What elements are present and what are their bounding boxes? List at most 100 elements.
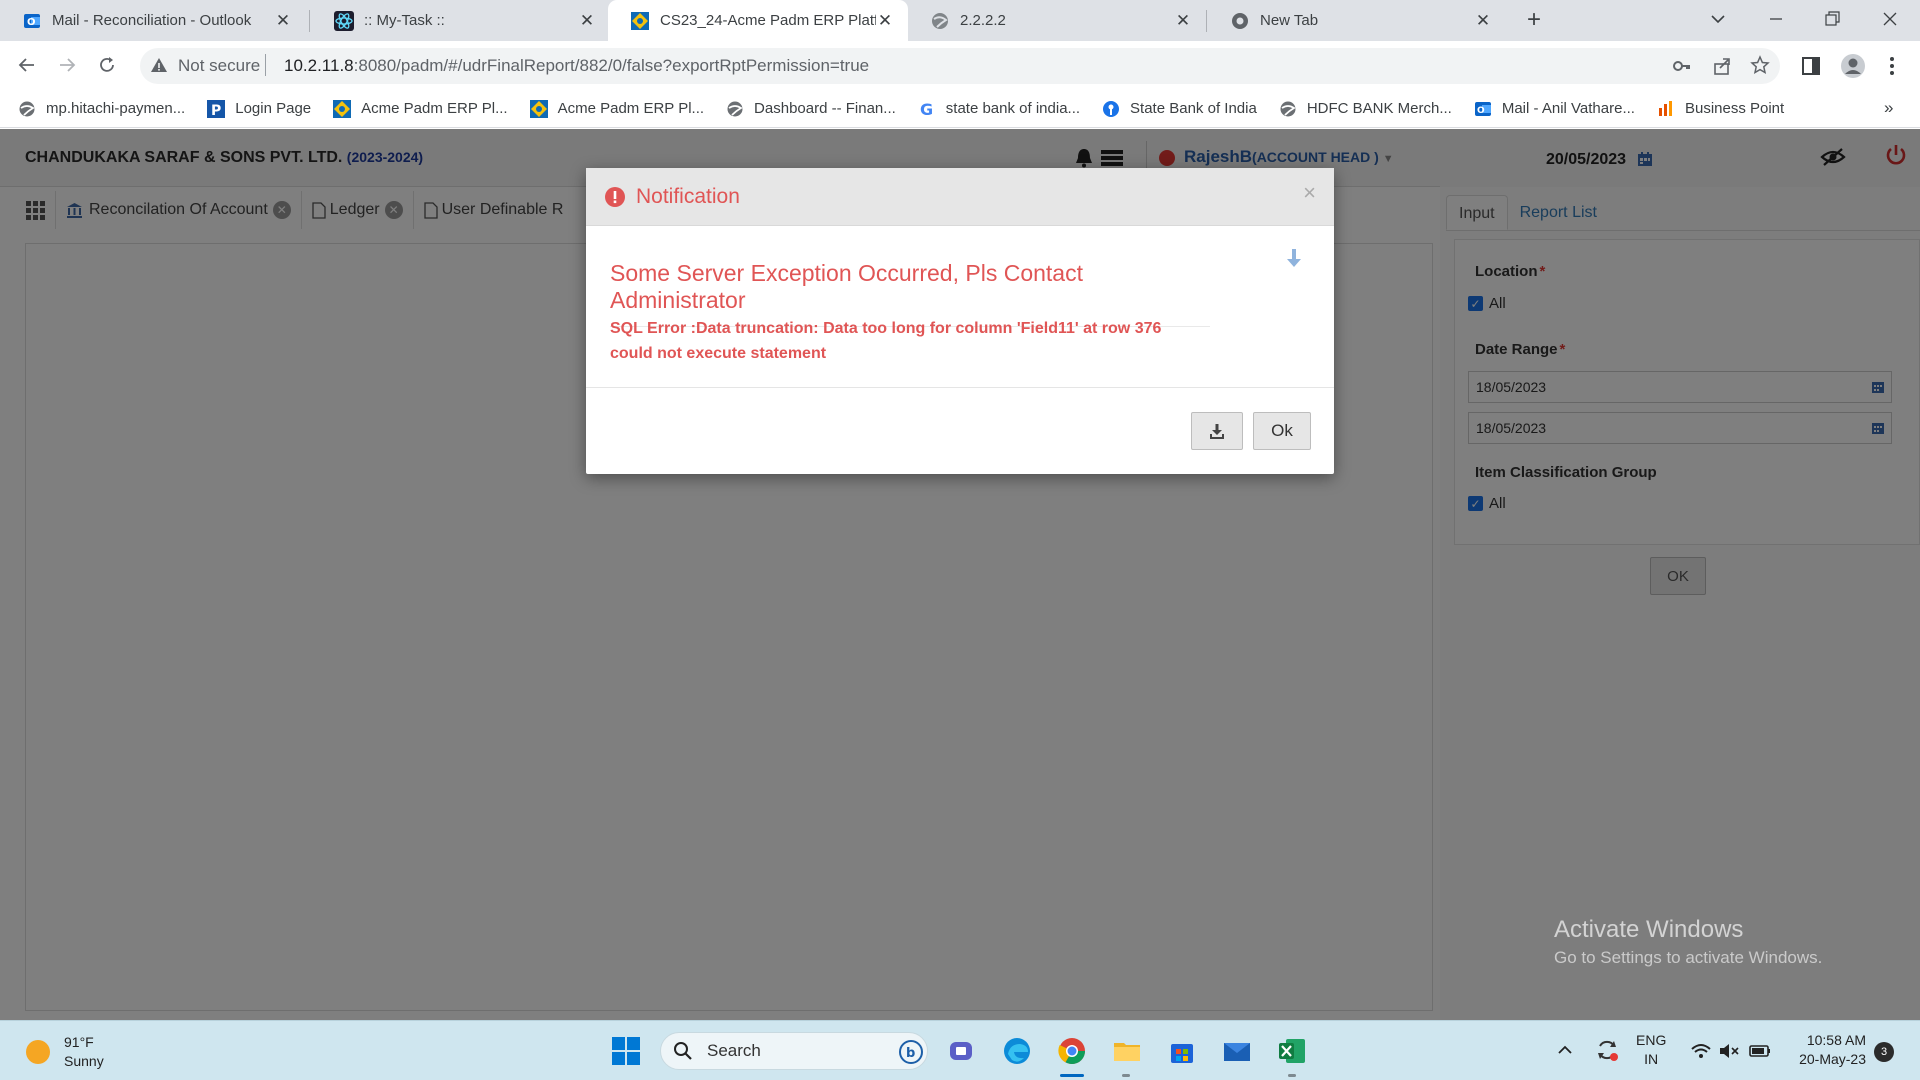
bookmark-label: HDFC BANK Merch... xyxy=(1306,100,1452,117)
forward-icon[interactable] xyxy=(54,52,80,78)
dialog-title: Notification xyxy=(636,184,740,208)
browser-tab-title: Mail - Reconciliation - Outlook xyxy=(52,12,252,29)
key-icon[interactable] xyxy=(1672,56,1692,76)
chevron-up-icon[interactable] xyxy=(1556,1041,1574,1059)
bookmark-label: Acme Padm ERP Pl... xyxy=(557,100,705,117)
svg-text:O: O xyxy=(1477,106,1485,116)
url-path: :8080/padm/#/udrFinalReport/882/0/false?… xyxy=(353,56,870,75)
chrome-icon xyxy=(1230,11,1250,31)
bookmark-item[interactable]: O Mail - Anil Vathare... xyxy=(1474,100,1635,118)
download-button[interactable] xyxy=(1191,412,1243,450)
store-icon[interactable] xyxy=(1164,1033,1200,1069)
new-tab-button[interactable]: + xyxy=(1520,6,1548,34)
acme-erp-icon xyxy=(529,99,548,118)
edge-icon[interactable] xyxy=(999,1033,1035,1069)
watermark-line2: Go to Settings to activate Windows. xyxy=(1554,948,1823,967)
bookmark-item[interactable]: P Login Page xyxy=(207,99,312,118)
outlook-icon: O xyxy=(1474,100,1492,118)
minimize-icon[interactable] xyxy=(1766,9,1786,29)
window-close-icon[interactable] xyxy=(1880,9,1900,29)
bookmark-item[interactable]: mp.hitachi-paymen... xyxy=(18,100,185,118)
dialog-close-button[interactable]: × xyxy=(1303,180,1316,206)
lang-top: ENG xyxy=(1636,1032,1667,1048)
sync-icon[interactable] xyxy=(1594,1037,1620,1063)
file-explorer-icon[interactable] xyxy=(1109,1033,1145,1069)
bookmark-label: Business Point xyxy=(1684,100,1785,117)
side-panel-icon[interactable] xyxy=(1800,55,1822,77)
share-icon[interactable] xyxy=(1712,56,1732,76)
browser-tab-title: 2.2.2.2 xyxy=(960,12,1006,29)
reload-icon[interactable] xyxy=(94,52,120,78)
close-icon[interactable]: ✕ xyxy=(274,11,292,31)
close-icon[interactable]: ✕ xyxy=(1474,11,1492,31)
battery-icon[interactable] xyxy=(1748,1041,1772,1061)
sbi-icon xyxy=(1102,100,1120,118)
bookmark-item[interactable]: Gstate bank of india... xyxy=(918,100,1080,118)
browser-tab-mytask[interactable]: :: My-Task :: ✕ xyxy=(312,0,610,41)
bookmark-item[interactable]: Dashboard -- Finan... xyxy=(726,100,896,118)
chrome-taskbar-icon[interactable] xyxy=(1054,1033,1090,1069)
activate-windows-watermark: Activate Windows Go to Settings to activ… xyxy=(1554,916,1822,968)
back-icon[interactable] xyxy=(14,52,40,78)
restore-icon[interactable] xyxy=(1822,9,1842,29)
error-detail: SQL Error :Data truncation: Data too lon… xyxy=(610,316,1230,366)
acme-erp-icon xyxy=(630,11,650,31)
arrow-down-icon[interactable] xyxy=(1286,248,1302,268)
profile-avatar-icon[interactable] xyxy=(1840,53,1866,79)
bookmark-item[interactable]: Acme Padm ERP Pl... xyxy=(333,99,508,118)
more-bookmarks-button[interactable]: » xyxy=(1884,98,1893,118)
business-point-icon xyxy=(1657,100,1675,118)
search-icon xyxy=(673,1041,693,1061)
taskbar-search[interactable]: Search b xyxy=(660,1032,928,1070)
excel-icon[interactable] xyxy=(1274,1033,1310,1069)
p-icon: P xyxy=(207,99,226,118)
clock[interactable]: 10:58 AM 20-May-23 xyxy=(1790,1031,1866,1069)
bookmark-label: Login Page xyxy=(235,100,312,117)
windows-taskbar: 91°F Sunny Search b ENG IN 10:58 AM 20-M… xyxy=(0,1020,1920,1080)
bookmark-item[interactable]: Acme Padm ERP Pl... xyxy=(529,99,705,118)
browser-tab-title: New Tab xyxy=(1260,12,1319,29)
close-icon[interactable]: ✕ xyxy=(1174,11,1192,31)
browser-tab-title: :: My-Task :: xyxy=(364,12,445,29)
browser-tab-newtab[interactable]: New Tab ✕ xyxy=(1208,0,1506,41)
watermark-line1: Activate Windows xyxy=(1554,916,1744,943)
browser-tab-outlook[interactable]: O Mail - Reconciliation - Outlook ✕ xyxy=(0,0,306,41)
browser-tab-erp-active[interactable]: CS23_24-Acme Padm ERP Platfor ✕ xyxy=(608,0,908,41)
bookmark-label: state bank of india... xyxy=(945,100,1081,117)
close-icon[interactable]: ✕ xyxy=(578,11,596,31)
ok-dialog-button[interactable]: Ok xyxy=(1253,412,1311,450)
svg-text:O: O xyxy=(27,17,36,28)
react-icon xyxy=(334,10,354,31)
browser-tab-2222[interactable]: 2.2.2.2 ✕ xyxy=(908,0,1206,41)
language-indicator[interactable]: ENG IN xyxy=(1636,1031,1666,1069)
bookmark-label: mp.hitachi-paymen... xyxy=(46,100,186,117)
mail-icon[interactable] xyxy=(1219,1033,1255,1069)
lang-bottom: IN xyxy=(1644,1051,1659,1067)
security-label[interactable]: Not secure xyxy=(178,56,260,76)
warning-icon xyxy=(150,56,168,74)
clock-date: 20-May-23 xyxy=(1799,1051,1866,1067)
address-bar[interactable]: Not secure 10.2.11.8:8080/padm/#/udrFina… xyxy=(140,48,1780,84)
url-host: 10.2.11.8 xyxy=(284,56,354,75)
globe-icon xyxy=(1279,100,1297,118)
wifi-icon[interactable] xyxy=(1690,1041,1712,1061)
clock-time: 10:58 AM xyxy=(1806,1032,1866,1048)
bookmark-item[interactable]: HDFC BANK Merch... xyxy=(1279,100,1452,118)
tab-search-icon[interactable] xyxy=(1708,9,1728,29)
globe-icon xyxy=(18,100,36,118)
browser-menu-icon[interactable] xyxy=(1886,54,1898,78)
speaker-muted-icon[interactable] xyxy=(1718,1041,1740,1061)
bing-icon: b xyxy=(899,1040,923,1064)
svg-text:P: P xyxy=(211,103,221,118)
bookmark-item[interactable]: Business Point xyxy=(1657,100,1784,118)
weather-widget[interactable]: 91°F Sunny xyxy=(24,1033,104,1071)
teams-chat-icon[interactable] xyxy=(944,1033,980,1069)
bookmark-star-icon[interactable] xyxy=(1750,55,1770,75)
exclamation-circle-icon xyxy=(604,186,626,208)
close-icon[interactable]: ✕ xyxy=(876,11,894,31)
bookmark-label: State Bank of India xyxy=(1130,100,1257,117)
bookmark-item[interactable]: State Bank of India xyxy=(1102,100,1257,118)
notification-badge[interactable]: 3 xyxy=(1874,1042,1894,1062)
start-windows-icon[interactable] xyxy=(608,1033,644,1069)
url-text[interactable]: 10.2.11.8:8080/padm/#/udrFinalReport/882… xyxy=(284,56,869,76)
